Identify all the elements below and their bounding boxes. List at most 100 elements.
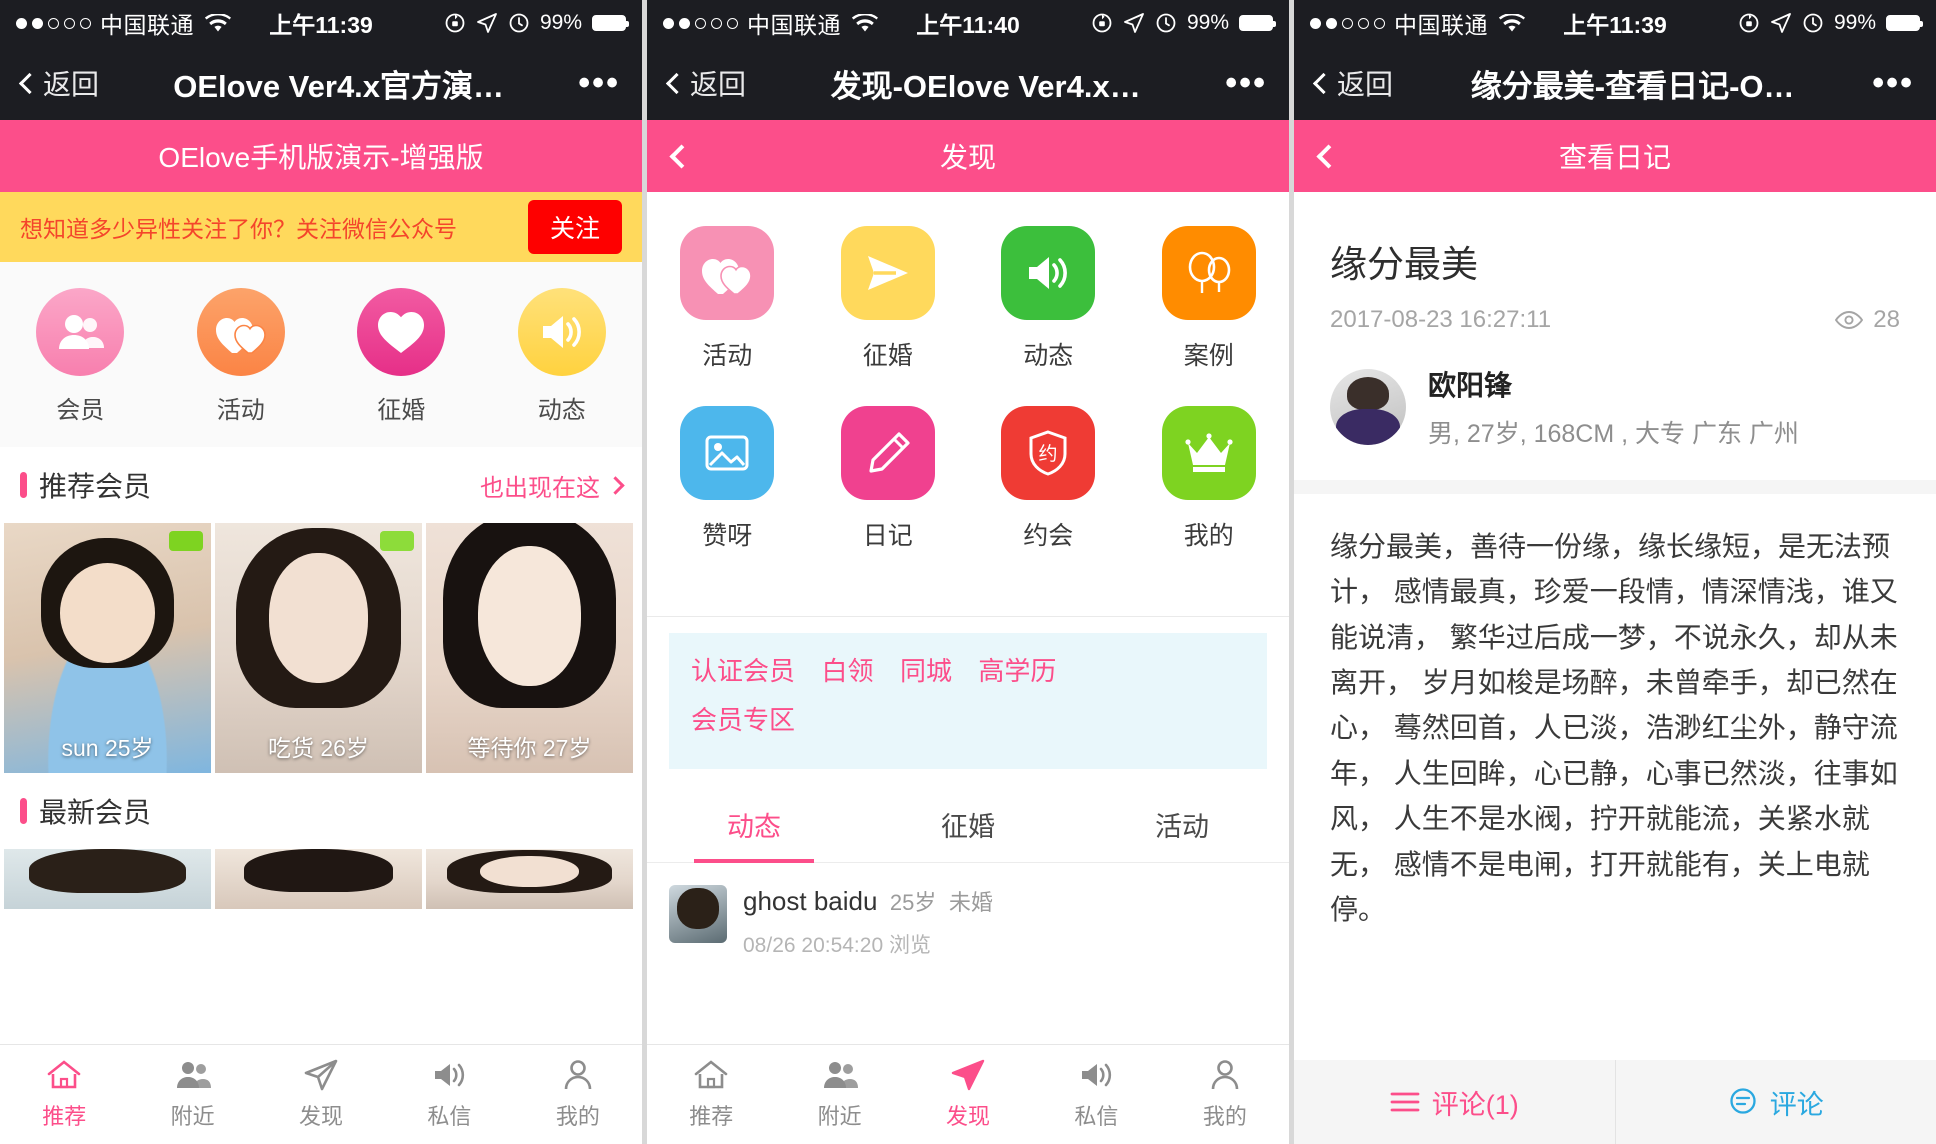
people-icon [175, 1058, 211, 1092]
filter-tag[interactable]: 会员专区 [691, 700, 795, 737]
grid-item-members[interactable]: 会员 [0, 288, 161, 425]
photo-icon [680, 406, 775, 500]
rotation-lock-icon [1738, 12, 1760, 34]
filter-tag[interactable]: 白领 [821, 651, 873, 688]
wifi-icon [205, 13, 231, 33]
diary-title: 缘分最美 [1330, 244, 1478, 285]
author-name: 欧阳锋 [1428, 370, 1513, 401]
tab-messages[interactable]: 私信 [385, 1045, 513, 1144]
grid-item-label: 动态 [537, 397, 586, 424]
status-bar: 中国联通 上午11:40 99% [647, 0, 1289, 46]
tab-nearby[interactable]: 附近 [128, 1045, 256, 1144]
discover-item-date[interactable]: 约 约会 [968, 406, 1129, 552]
feed-item[interactable]: ghost baidu 25岁 未婚 08/26 20:54:20 浏览 [647, 863, 1289, 959]
member-card[interactable]: sun 25岁 [4, 523, 211, 773]
discover-item-diary[interactable]: 日记 [808, 406, 969, 552]
back-button[interactable]: 返回 [18, 63, 100, 103]
write-comment-button[interactable]: 评论 [1616, 1060, 1936, 1144]
heart-icon [357, 288, 446, 376]
list-icon [1390, 1091, 1420, 1113]
grid-item-marriage[interactable]: 征婚 [321, 288, 482, 425]
tab-recommend[interactable]: 推荐 [0, 1045, 128, 1144]
app-header: 发现 [647, 120, 1289, 192]
speaker-icon [1078, 1058, 1114, 1092]
tab-mine[interactable]: 我的 [514, 1045, 642, 1144]
discover-item-label: 动态 [1023, 342, 1074, 370]
tab-nearby[interactable]: 附近 [775, 1045, 903, 1144]
diary-author-row[interactable]: 欧阳锋 男, 27岁, 168CM , 大专 广东 广州 [1294, 334, 1936, 450]
tab-mine[interactable]: 我的 [1161, 1045, 1289, 1144]
section-more-link[interactable]: 也出现在这 [480, 468, 625, 503]
tab-recommend[interactable]: 推荐 [647, 1045, 775, 1144]
diary-date: 2017-08-23 16:27:11 [1330, 306, 1552, 333]
battery-icon [592, 15, 629, 31]
discover-item-mine[interactable]: 我的 [1129, 406, 1290, 552]
verified-badge [169, 531, 203, 551]
discover-item-label: 案例 [1183, 342, 1234, 370]
diary-view-count: 28 [1873, 306, 1900, 333]
member-card[interactable]: 吃货 26岁 [215, 523, 422, 773]
member-photo [4, 849, 211, 909]
discover-item-cases[interactable]: 案例 [1129, 226, 1290, 372]
filter-tag[interactable]: 认证会员 [691, 651, 795, 688]
crown-icon [1161, 406, 1256, 500]
app-header-title: 查看日记 [1558, 142, 1671, 173]
more-menu-button[interactable]: ••• [1872, 64, 1914, 103]
grid-item-moments[interactable]: 动态 [482, 288, 643, 425]
status-bar: 中国联通 上午11:39 99% [0, 0, 642, 46]
section-header-newest: 最新会员 [0, 773, 642, 849]
speaker-icon [431, 1058, 467, 1092]
promo-text: 想知道多少异性关注了你？关注微信公众号 [20, 216, 457, 242]
filter-tag[interactable]: 高学历 [978, 651, 1056, 688]
tab-discover[interactable]: 发现 [257, 1045, 385, 1144]
tab-messages[interactable]: 私信 [1032, 1045, 1160, 1144]
signal-dots-icon [663, 17, 738, 29]
member-card[interactable]: 等待你 27岁 [426, 523, 633, 773]
chevron-left-icon [18, 72, 41, 94]
discover-item-moments[interactable]: 动态 [968, 226, 1129, 372]
status-bar: 中国联通 上午11:39 99% [1294, 0, 1936, 46]
grid-item-label: 会员 [56, 397, 105, 424]
discover-item-activity[interactable]: 活动 [647, 226, 808, 372]
app-back-button[interactable] [669, 140, 694, 172]
chevron-left-icon [665, 72, 688, 94]
app-back-button[interactable] [1316, 140, 1341, 172]
member-photo [215, 849, 422, 909]
divider [647, 616, 1289, 617]
app-header-title: 发现 [939, 142, 996, 173]
section-title: 推荐会员 [39, 471, 152, 502]
tab-discover[interactable]: 发现 [904, 1045, 1032, 1144]
discover-item-praise[interactable]: 赞呀 [647, 406, 808, 552]
discover-item-label: 赞呀 [702, 522, 753, 550]
discover-item-marriage[interactable]: 征婚 [808, 226, 969, 372]
member-card[interactable] [215, 849, 422, 909]
section-more-label: 也出现在这 [480, 474, 600, 502]
more-menu-button[interactable]: ••• [1225, 64, 1267, 103]
alarm-icon [508, 12, 530, 34]
tab-marriage[interactable]: 征婚 [861, 783, 1075, 862]
app-header-title: OElove手机版演示-增强版 [158, 142, 484, 173]
pencil-icon [840, 406, 935, 500]
follow-button[interactable]: 关注 [527, 200, 622, 254]
tab-label: 附近 [817, 1104, 862, 1129]
page-title: 缘分最美-查看日记-O… [1470, 68, 1795, 104]
discover-grid: 活动 征婚 动态 案例 赞呀 日记 约 约会 我的 [647, 192, 1289, 598]
back-button[interactable]: 返回 [1312, 63, 1393, 103]
tab-activity[interactable]: 活动 [1075, 783, 1289, 862]
diary-content: 缘分最美 2017-08-23 16:27:11 28 欧阳锋 男, 27岁, … [1294, 192, 1936, 1144]
tab-moments[interactable]: 动态 [647, 783, 861, 863]
wifi-icon [852, 13, 878, 33]
wifi-icon [1499, 13, 1525, 33]
member-card[interactable] [426, 849, 633, 909]
discover-item-label: 活动 [702, 342, 753, 370]
back-button[interactable]: 返回 [665, 63, 746, 103]
comment-count-button[interactable]: 评论(1) [1294, 1060, 1616, 1144]
carrier-label: 中国联通 [747, 12, 841, 38]
back-label: 返回 [43, 69, 100, 100]
filter-tag[interactable]: 同城 [900, 651, 952, 688]
person-icon [1207, 1058, 1243, 1092]
member-card[interactable] [4, 849, 211, 909]
more-menu-button[interactable]: ••• [578, 64, 620, 103]
grid-item-activity[interactable]: 活动 [161, 288, 322, 425]
panel-home: 中国联通 上午11:39 99% 返回 OElove Ver4.x官方演… ••… [0, 0, 642, 1144]
